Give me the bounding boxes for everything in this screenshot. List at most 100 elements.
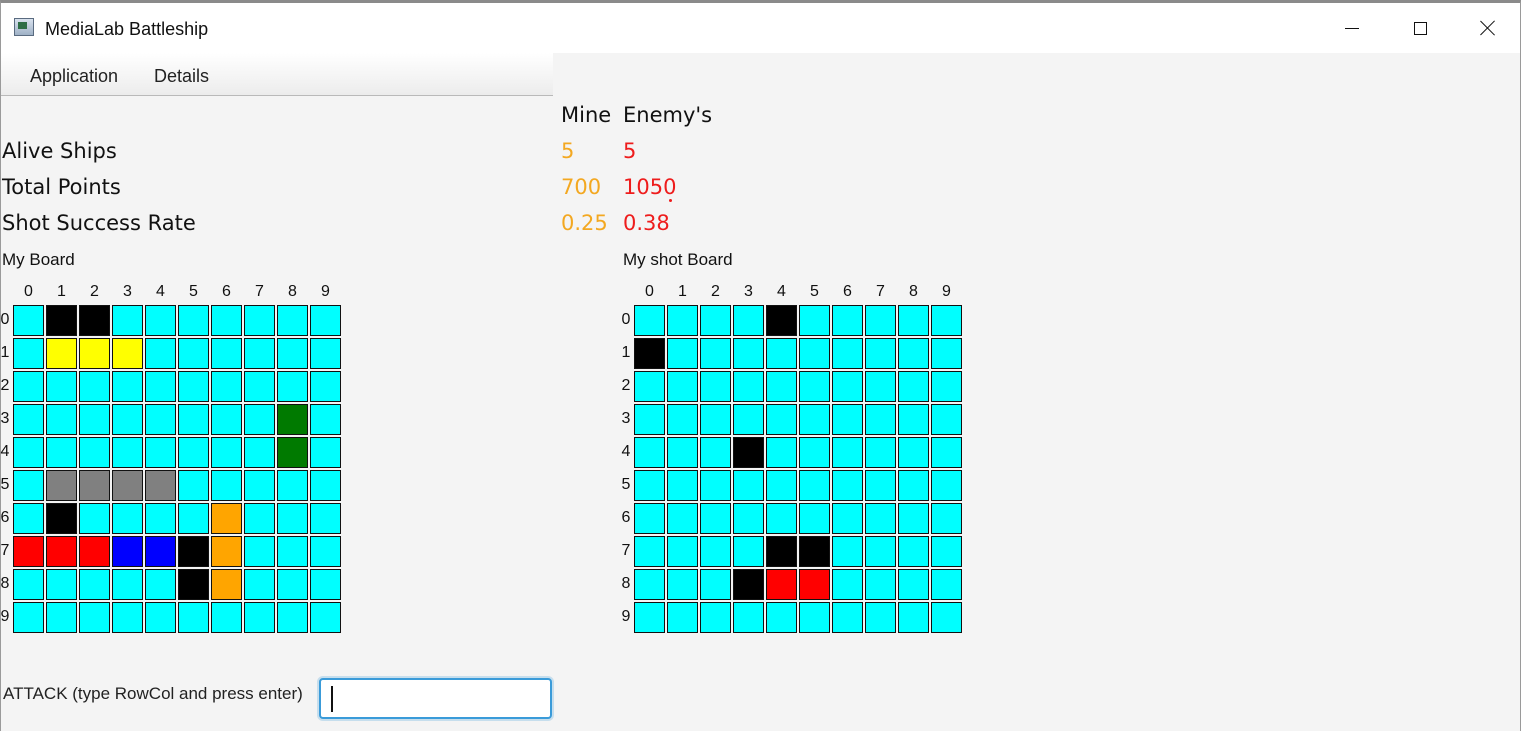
attack-input[interactable] xyxy=(319,678,552,719)
minimize-button[interactable] xyxy=(1318,3,1386,53)
my-board-cell xyxy=(145,437,176,468)
my-board-cell xyxy=(244,470,275,501)
shot-board-row-label: 9 xyxy=(621,608,631,625)
my-board-cell xyxy=(244,503,275,534)
shot-board-cell xyxy=(799,602,830,633)
my-board-cell xyxy=(277,437,308,468)
my-board-cell xyxy=(211,569,242,600)
my-board-cell xyxy=(13,305,44,336)
shot-board-cell xyxy=(667,437,698,468)
close-button[interactable] xyxy=(1454,3,1521,53)
shot-board-row-label: 2 xyxy=(621,377,631,394)
shot-board-row-label: 3 xyxy=(621,410,631,427)
shot-success-rate-label: Shot Success Rate xyxy=(2,211,196,235)
shot-board-cell xyxy=(865,602,896,633)
my-board-cell xyxy=(145,536,176,567)
shot-board-col-label: 3 xyxy=(744,283,753,300)
my-board-cell xyxy=(244,437,275,468)
shot-board-col-label: 1 xyxy=(678,283,687,300)
my-board-cell xyxy=(178,305,209,336)
app-icon xyxy=(14,18,34,36)
my-board-col-label: 6 xyxy=(222,283,231,300)
my-board-cell xyxy=(277,404,308,435)
shot-board-cell xyxy=(700,569,731,600)
my-board-cell xyxy=(244,305,275,336)
my-board-col-label: 3 xyxy=(123,283,132,300)
my-board-cell xyxy=(178,569,209,600)
my-board-cell xyxy=(79,371,110,402)
my-board-cell xyxy=(79,305,110,336)
my-board-row-label: 4 xyxy=(0,443,10,460)
my-board-cell xyxy=(244,602,275,633)
my-board-row-label: 7 xyxy=(0,542,10,559)
menu-details[interactable]: Details xyxy=(154,66,209,87)
shot-board-cell xyxy=(634,404,665,435)
shot-board-cell xyxy=(634,569,665,600)
shot-success-rate-mine: 0.25 xyxy=(561,211,608,235)
shot-board-cell xyxy=(799,404,830,435)
my-board-row-label: 0 xyxy=(0,311,10,328)
my-board-cell xyxy=(277,536,308,567)
shot-board-cell xyxy=(667,503,698,534)
my-board-row-label: 5 xyxy=(0,476,10,493)
shot-board-cell xyxy=(634,536,665,567)
my-board-cell xyxy=(244,338,275,369)
shot-board-cell xyxy=(733,305,764,336)
my-board-col-label: 4 xyxy=(156,283,165,300)
maximize-icon xyxy=(1413,21,1427,35)
my-board-cell xyxy=(211,305,242,336)
maximize-button[interactable] xyxy=(1386,3,1454,53)
shot-board-row-label: 6 xyxy=(621,509,631,526)
menu-application[interactable]: Application xyxy=(30,66,118,87)
shot-board-cell xyxy=(898,305,929,336)
my-board-cell xyxy=(244,536,275,567)
my-board-cell xyxy=(310,338,341,369)
shot-board-cell xyxy=(766,371,797,402)
shot-board-cell xyxy=(634,470,665,501)
my-board-col-label: 5 xyxy=(189,283,198,300)
my-board-cell xyxy=(277,371,308,402)
my-board-cell xyxy=(112,305,143,336)
my-board-cell xyxy=(79,602,110,633)
shot-board-cell xyxy=(733,569,764,600)
my-board-cell xyxy=(46,569,77,600)
my-board-cell xyxy=(211,470,242,501)
my-board-cell xyxy=(310,404,341,435)
my-board-row-label: 2 xyxy=(0,377,10,394)
my-board-cell xyxy=(310,437,341,468)
my-board-row-label: 9 xyxy=(0,608,10,625)
shot-board-cell xyxy=(766,437,797,468)
shot-board-cell xyxy=(700,470,731,501)
my-board-cell xyxy=(46,371,77,402)
shot-board-row-label: 0 xyxy=(621,311,631,328)
my-board-cell xyxy=(178,404,209,435)
my-board-cell xyxy=(277,503,308,534)
my-board-cell xyxy=(46,338,77,369)
my-board-cell xyxy=(13,338,44,369)
my-board-cell xyxy=(277,305,308,336)
shot-board-cell xyxy=(931,503,962,534)
my-board-cell xyxy=(277,602,308,633)
my-board-cell xyxy=(112,569,143,600)
shot-board-cell xyxy=(733,536,764,567)
my-board-cell xyxy=(211,602,242,633)
my-board-cell xyxy=(46,536,77,567)
my-board-cell xyxy=(178,437,209,468)
shot-board-cell xyxy=(898,503,929,534)
menu-bar: Application Details xyxy=(1,53,553,96)
shot-board-cell xyxy=(700,305,731,336)
shot-board-cell xyxy=(832,371,863,402)
shot-board-cell xyxy=(865,569,896,600)
attack-label: ATTACK (type RowCol and press enter) xyxy=(3,684,303,703)
shot-board-col-label: 6 xyxy=(843,283,852,300)
shot-board-cell xyxy=(667,470,698,501)
my-board-cell xyxy=(145,404,176,435)
shot-board-cell xyxy=(733,503,764,534)
my-board-cell xyxy=(112,602,143,633)
shot-board-col-label: 5 xyxy=(810,283,819,300)
shot-board-cell xyxy=(667,371,698,402)
shot-board-cell xyxy=(634,371,665,402)
title-bar[interactable]: MediaLab Battleship xyxy=(1,3,1520,53)
shot-board-cell xyxy=(733,470,764,501)
my-board-cell xyxy=(211,404,242,435)
